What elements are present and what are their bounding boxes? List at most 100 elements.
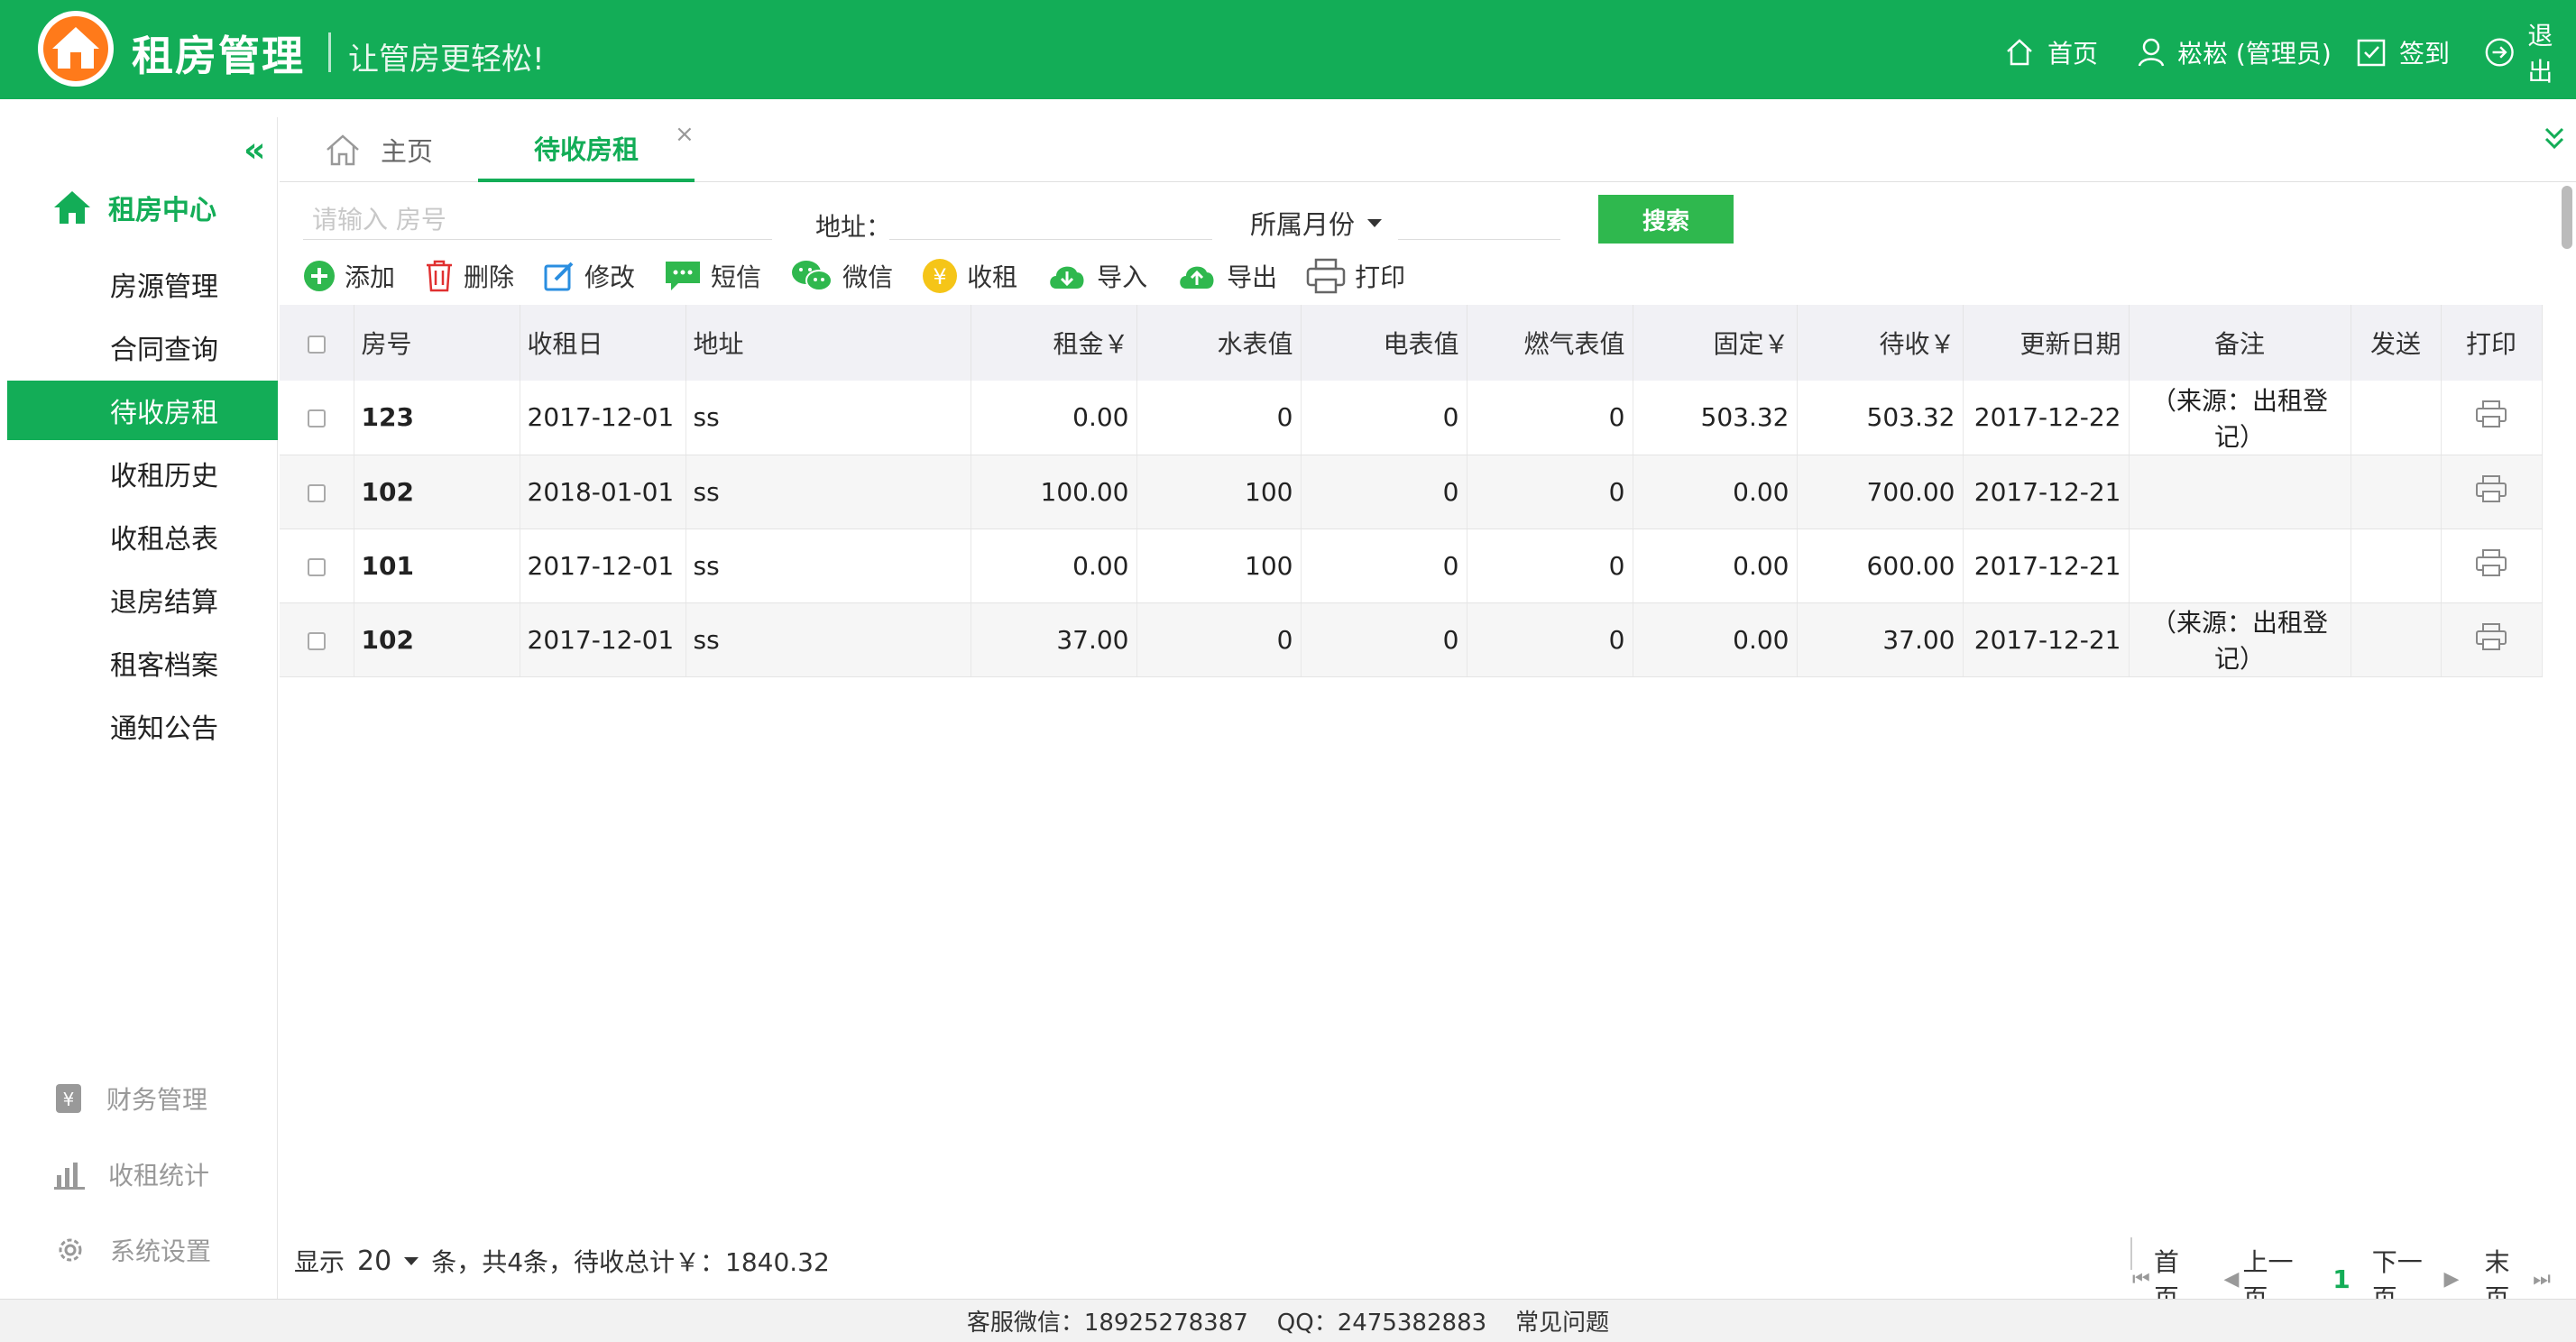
col-due[interactable]: 待收￥ bbox=[1797, 305, 1964, 381]
wechat-label: 微信 bbox=[842, 262, 894, 292]
address-input[interactable] bbox=[889, 200, 1212, 240]
sidebar-finance[interactable]: ¥ 财务管理 bbox=[7, 1071, 278, 1126]
row-print-icon[interactable] bbox=[2441, 381, 2543, 455]
row-checkbox[interactable] bbox=[280, 602, 354, 677]
cell-fixed: 0.00 bbox=[1633, 529, 1798, 603]
sidebar-item-rent-history[interactable]: 收租历史 bbox=[7, 444, 278, 503]
current-page[interactable]: 1 bbox=[2332, 1264, 2350, 1294]
cell-date: 2017-12-01 bbox=[520, 602, 686, 677]
nav-logout-label: 退出 bbox=[2527, 21, 2553, 87]
wechat-button[interactable]: 微信 bbox=[790, 258, 893, 294]
yen-coin-icon: ¥ bbox=[923, 259, 958, 293]
sidebar-stats[interactable]: 收租统计 bbox=[7, 1147, 278, 1201]
col-room[interactable]: 房号 bbox=[354, 305, 520, 381]
col-updated[interactable]: 更新日期 bbox=[1963, 305, 2130, 381]
sidebar-item-contracts[interactable]: 合同查询 bbox=[7, 317, 278, 377]
pager-summary-text: 条，共4条，待收总计￥：1840.32 bbox=[431, 1247, 830, 1277]
tab-home-label: 主页 bbox=[381, 136, 434, 167]
top-header: 租房管理 让管房更轻松! 首页 崧崧 (管理员) 签到 退出 bbox=[0, 0, 2576, 99]
first-page-icon: ⏮ bbox=[2132, 1267, 2150, 1291]
nav-logout-link[interactable]: 退出 bbox=[2484, 21, 2576, 87]
col-gas[interactable]: 燃气表值 bbox=[1467, 305, 1633, 381]
cell-rent: 100.00 bbox=[971, 455, 1137, 529]
cell-gas: 0 bbox=[1467, 455, 1633, 529]
footer-faq-link[interactable]: 常见问题 bbox=[1515, 1304, 1609, 1337]
row-checkbox[interactable] bbox=[280, 455, 354, 529]
export-button[interactable]: 导出 bbox=[1176, 258, 1277, 294]
col-rent[interactable]: 租金￥ bbox=[971, 305, 1137, 381]
sidebar-item-rent-summary[interactable]: 收租总表 bbox=[7, 507, 278, 566]
tab-home[interactable]: 主页 bbox=[325, 117, 433, 182]
tab-close-icon[interactable]: × bbox=[675, 121, 695, 148]
add-button[interactable]: 添加 bbox=[303, 258, 395, 294]
cell-send[interactable] bbox=[2351, 529, 2442, 603]
import-button[interactable]: 导入 bbox=[1046, 258, 1147, 294]
sidebar-item-tenants[interactable]: 租客档案 bbox=[7, 633, 278, 693]
sidebar-item-notices[interactable]: 通知公告 bbox=[7, 696, 278, 756]
col-rent-date[interactable]: 收租日 bbox=[520, 305, 686, 381]
trash-icon bbox=[427, 260, 453, 292]
sidebar-item-listings[interactable]: 房源管理 bbox=[7, 254, 278, 314]
vertical-scrollbar[interactable] bbox=[2562, 186, 2572, 249]
row-print-icon[interactable] bbox=[2441, 529, 2543, 603]
col-print[interactable]: 打印 bbox=[2441, 305, 2543, 381]
cell-date: 2017-12-01 bbox=[520, 381, 686, 455]
print-button[interactable]: 打印 bbox=[1306, 258, 1405, 294]
svg-text:¥: ¥ bbox=[63, 1089, 75, 1110]
nav-checkin-link[interactable]: 签到 bbox=[2356, 32, 2450, 72]
tab-pending-rent[interactable]: 待收房租 bbox=[478, 117, 695, 182]
col-fixed[interactable]: 固定￥ bbox=[1633, 305, 1798, 381]
search-button[interactable]: 搜索 bbox=[1598, 195, 1734, 244]
cell-updated: 2017-12-21 bbox=[1963, 529, 2130, 603]
sidebar-settings[interactable]: 系统设置 bbox=[7, 1223, 278, 1277]
row-checkbox[interactable] bbox=[280, 381, 354, 455]
collapse-sidebar-icon[interactable]: « bbox=[244, 130, 266, 170]
cloud-upload-icon bbox=[1180, 266, 1214, 289]
cell-updated: 2017-12-21 bbox=[1963, 455, 2130, 529]
col-note[interactable]: 备注 bbox=[2129, 305, 2351, 381]
cell-gas: 0 bbox=[1467, 602, 1633, 677]
finance-icon: ¥ bbox=[56, 1084, 81, 1113]
sidebar-item-checkout[interactable]: 退房结算 bbox=[7, 570, 278, 630]
month-input[interactable] bbox=[1398, 200, 1560, 240]
brand-divider bbox=[328, 32, 331, 72]
delete-button[interactable]: 删除 bbox=[424, 258, 514, 294]
table-row[interactable]: 101 2017-12-01 ss 0.00 100 0 0 0.00 600.… bbox=[280, 529, 2543, 603]
col-send[interactable]: 发送 bbox=[2351, 305, 2442, 381]
col-address[interactable]: 地址 bbox=[685, 305, 971, 381]
sms-label: 短信 bbox=[711, 262, 762, 292]
select-all-checkbox[interactable] bbox=[280, 305, 354, 381]
nav-user-link[interactable]: 崧崧 (管理员) bbox=[2138, 32, 2332, 72]
cell-room: 102 bbox=[354, 455, 520, 529]
edit-button[interactable]: 修改 bbox=[543, 258, 635, 294]
cell-send[interactable] bbox=[2351, 381, 2442, 455]
cell-due: 600.00 bbox=[1797, 529, 1964, 603]
month-select[interactable]: 所属月份 bbox=[1250, 204, 1383, 242]
page-size-select[interactable]: 20 bbox=[357, 1245, 419, 1277]
col-electric[interactable]: 电表值 bbox=[1301, 305, 1467, 381]
nav-home-link[interactable]: 首页 bbox=[2004, 32, 2098, 72]
row-print-icon[interactable] bbox=[2441, 602, 2543, 677]
sidebar-item-pending-rent[interactable]: 待收房租 bbox=[7, 381, 278, 440]
cell-note: （来源：出租登记） bbox=[2129, 381, 2351, 455]
cell-water: 0 bbox=[1136, 381, 1302, 455]
chevron-double-down-icon[interactable] bbox=[2544, 126, 2565, 159]
cell-elec: 0 bbox=[1301, 529, 1467, 603]
table-row[interactable]: 102 2018-01-01 ss 100.00 100 0 0 0.00 70… bbox=[280, 455, 2543, 529]
cell-send[interactable] bbox=[2351, 602, 2442, 677]
cell-date: 2017-12-01 bbox=[520, 529, 686, 603]
collect-rent-button[interactable]: ¥ 收租 bbox=[922, 258, 1017, 294]
row-checkbox[interactable] bbox=[280, 529, 354, 603]
row-print-icon[interactable] bbox=[2441, 455, 2543, 529]
room-search-input[interactable] bbox=[303, 200, 772, 240]
sidebar-group-rent-center[interactable]: 租房中心 bbox=[7, 180, 278, 234]
table-row[interactable]: 102 2017-12-01 ss 37.00 0 0 0 0.00 37.00… bbox=[280, 602, 2543, 677]
cell-send[interactable] bbox=[2351, 455, 2442, 529]
user-icon bbox=[2138, 38, 2165, 67]
sidebar-finance-label: 财务管理 bbox=[106, 1085, 208, 1115]
nav-checkin-label: 签到 bbox=[2399, 39, 2451, 69]
col-water[interactable]: 水表值 bbox=[1136, 305, 1302, 381]
cell-water: 100 bbox=[1136, 455, 1302, 529]
sms-button[interactable]: 短信 bbox=[664, 258, 761, 294]
table-row[interactable]: 123 2017-12-01 ss 0.00 0 0 0 503.32 503.… bbox=[280, 381, 2543, 455]
